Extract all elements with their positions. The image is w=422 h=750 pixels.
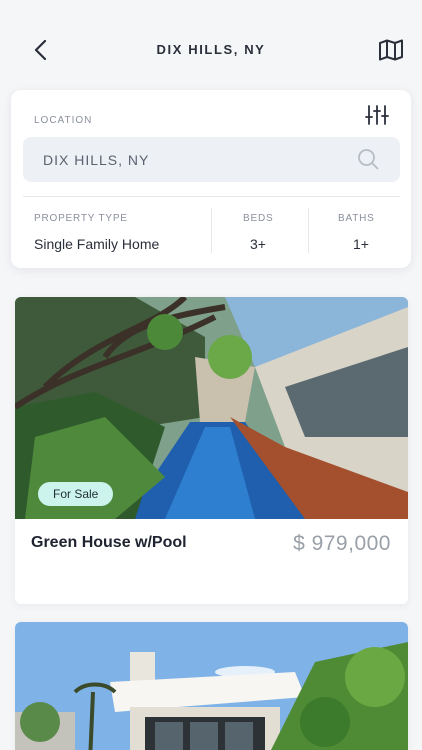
- property-type-value[interactable]: Single Family Home: [34, 236, 159, 252]
- sliders-icon: [365, 105, 389, 125]
- search-icon[interactable]: [357, 148, 379, 170]
- divider: [211, 208, 212, 253]
- listing-price: $ 979,000: [293, 532, 391, 555]
- map-view-button[interactable]: [376, 37, 406, 63]
- beds-value[interactable]: 3+: [250, 236, 266, 252]
- listing-title: Green House w/Pool: [31, 534, 187, 551]
- map-icon: [379, 39, 403, 61]
- search-filter-card: LOCATION PROPERTY TYPE Single Family Hom…: [11, 90, 411, 268]
- baths-label: BATHS: [338, 213, 375, 224]
- listing-card[interactable]: For Sale Green House w/Pool $ 979,000: [15, 297, 408, 604]
- top-bar: DIX HILLS, NY: [0, 0, 422, 90]
- location-label: LOCATION: [34, 115, 93, 126]
- page-title: DIX HILLS, NY: [156, 42, 266, 57]
- divider: [308, 208, 309, 253]
- listing-card[interactable]: [15, 622, 408, 750]
- property-type-label: PROPERTY TYPE: [34, 213, 128, 224]
- location-search-box: [23, 137, 400, 182]
- baths-value[interactable]: 1+: [353, 236, 369, 252]
- divider: [23, 196, 400, 197]
- for-sale-badge: For Sale: [38, 482, 114, 506]
- filter-settings-button[interactable]: [364, 103, 390, 127]
- beds-label: BEDS: [243, 213, 274, 224]
- location-search-input[interactable]: [43, 137, 343, 182]
- listing-photo: [15, 622, 408, 750]
